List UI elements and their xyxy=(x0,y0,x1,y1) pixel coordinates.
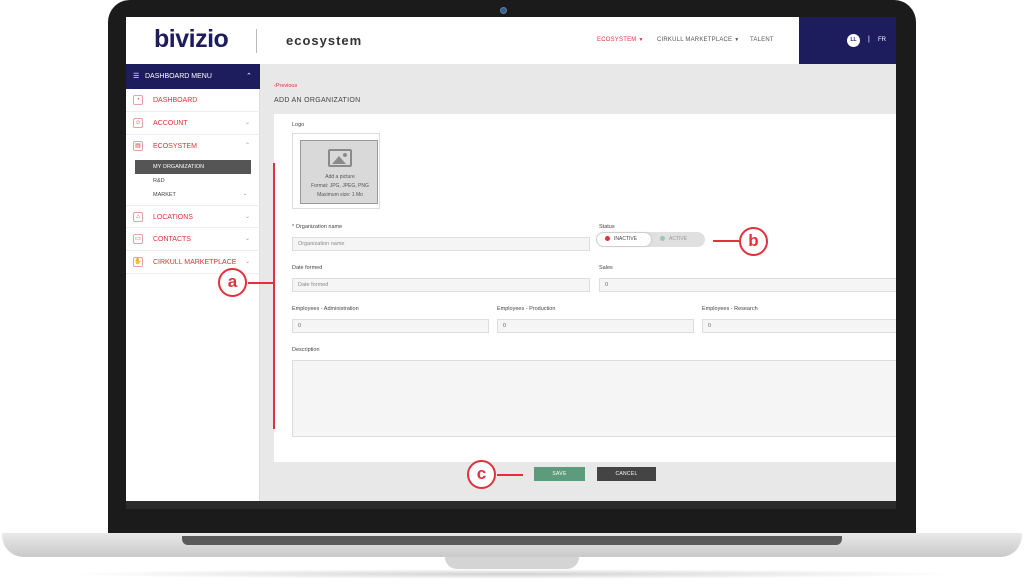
menu-title: DASHBOARD MENU xyxy=(145,73,212,80)
nav-ecosystem-label: ECOSYSTEM xyxy=(597,37,637,43)
lang-separator: | xyxy=(868,36,870,43)
organization-form: Logo Add a picture Format: JPG, JPEG, PN… xyxy=(274,114,896,462)
emp-prod-label: Employees - Production xyxy=(497,306,556,312)
active-label: ACTIVE xyxy=(669,236,688,242)
save-button[interactable]: SAVE xyxy=(534,467,585,481)
sales-input[interactable]: 0 xyxy=(599,278,896,292)
date-formed-input[interactable]: Date formed xyxy=(292,278,590,292)
laptop-mockup: bivizio ecosystem ECOSYSTEM ▼ CIRKULL MAR… xyxy=(0,0,1024,587)
annotation-b: b xyxy=(739,227,768,256)
chevron-down-icon: ⌄ xyxy=(245,259,251,265)
sidebar-subitem-rd[interactable]: R&D xyxy=(135,174,251,188)
screen-bottom-bar xyxy=(126,501,896,509)
annotation-b-connector xyxy=(713,240,739,242)
chevron-down-icon: ⌄ xyxy=(243,191,248,197)
date-formed-label: Date formed xyxy=(292,265,323,271)
cancel-button[interactable]: CANCEL xyxy=(597,467,656,481)
sidebar-item-contacts[interactable]: ▭ CONTACTS ⌄ xyxy=(126,228,260,251)
sidebar-item-label: ECOSYSTEM xyxy=(153,143,197,150)
previous-link[interactable]: ‹Previous xyxy=(274,83,297,89)
logo-label: Logo xyxy=(292,122,305,128)
annotation-c: c xyxy=(467,460,496,489)
status-option-active[interactable]: ACTIVE xyxy=(652,233,704,246)
sidebar-item-account[interactable]: ☺ ACCOUNT ⌄ xyxy=(126,112,260,135)
chevron-down-icon: ⌄ xyxy=(245,120,251,126)
status-toggle[interactable]: INACTIVE ACTIVE xyxy=(596,232,705,247)
nav-ecosystem[interactable]: ECOSYSTEM ▼ xyxy=(597,37,644,43)
active-dot-icon xyxy=(660,235,665,241)
sidebar-item-locations[interactable]: ⌂ LOCATIONS ⌄ xyxy=(126,205,260,228)
caret-down-icon: ▼ xyxy=(638,37,644,43)
add-picture-text: Add a picture xyxy=(325,174,355,180)
user-band: LL | FR xyxy=(799,17,896,64)
dashboard-menu-header[interactable]: ☰ DASHBOARD MENU ⌃ xyxy=(126,64,260,89)
webcam xyxy=(500,7,507,14)
locations-icon: ⌂ xyxy=(133,212,143,222)
chevron-down-icon: ⌄ xyxy=(245,214,251,220)
sidebar-item-label: ACCOUNT xyxy=(153,120,188,127)
logo-dropzone[interactable]: Add a picture Format: JPG, JPEG, PNG Max… xyxy=(300,140,378,204)
sidebar-item-label: CONTACTS xyxy=(153,236,191,243)
contacts-icon: ▭ xyxy=(133,234,143,244)
subitem-label: R&D xyxy=(153,178,165,184)
size-text: Maximum size: 1 Mo xyxy=(317,192,363,198)
sidebar-subitem-market[interactable]: MARKET ⌄ xyxy=(135,188,251,202)
user-avatar[interactable]: LL xyxy=(847,34,860,47)
laptop-shadow xyxy=(60,569,964,579)
account-icon: ☺ xyxy=(133,118,143,128)
annotation-a-connector xyxy=(248,282,274,284)
laptop-notch xyxy=(445,557,579,569)
chevron-up-icon: ⌃ xyxy=(245,143,251,149)
logo-divider xyxy=(256,29,257,53)
org-name-label: * Organization name xyxy=(292,224,343,230)
previous-link-label: Previous xyxy=(275,83,298,89)
chevron-down-icon: ⌄ xyxy=(245,236,251,242)
ecosystem-icon: ▤ xyxy=(133,141,143,151)
sales-label: Sales xyxy=(599,265,613,271)
chevron-up-icon: ⌃ xyxy=(246,73,252,80)
description-label: Description xyxy=(292,347,320,353)
handshake-icon: ✋ xyxy=(133,257,143,267)
inactive-dot-icon xyxy=(605,235,610,241)
caret-down-icon: ▼ xyxy=(734,37,740,43)
annotation-a: a xyxy=(218,268,247,297)
picture-icon xyxy=(328,149,352,167)
laptop-hinge xyxy=(182,536,842,545)
emp-admin-input[interactable]: 0 xyxy=(292,319,489,333)
nav-talent[interactable]: TALENT xyxy=(750,37,774,43)
logo-upload[interactable]: Add a picture Format: JPG, JPEG, PNG Max… xyxy=(292,133,380,209)
top-bar: bivizio ecosystem ECOSYSTEM ▼ CIRKULL MAR… xyxy=(126,17,896,64)
status-label: Status xyxy=(599,224,615,230)
emp-research-input[interactable]: 0 xyxy=(702,319,896,333)
description-textarea[interactable] xyxy=(292,360,896,437)
nav-cirkull-marketplace[interactable]: CIRKULL MARKETPLACE ▼ xyxy=(657,37,739,43)
format-text: Format: JPG, JPEG, PNG xyxy=(311,183,369,189)
logo-text: bivizio xyxy=(154,25,229,53)
page-title: ADD AN ORGANIZATION xyxy=(274,97,361,104)
subitem-label: MY ORGANIZATION xyxy=(153,164,205,170)
emp-admin-label: Employees - Administration xyxy=(292,306,359,312)
sidebar-item-dashboard[interactable]: ◔ DASHBOARD xyxy=(126,89,260,112)
org-name-input[interactable]: Organization name xyxy=(292,237,590,251)
sidebar-item-ecosystem[interactable]: ▤ ECOSYSTEM ⌃ xyxy=(126,135,260,158)
annotation-a-bracket xyxy=(273,163,275,429)
inactive-label: INACTIVE xyxy=(614,236,638,242)
emp-research-label: Employees - Research xyxy=(702,306,758,312)
sidebar-subitem-my-organization[interactable]: MY ORGANIZATION xyxy=(135,160,251,174)
nav-cirkull-label: CIRKULL MARKETPLACE xyxy=(657,37,733,43)
sidebar-item-label: DASHBOARD xyxy=(153,97,198,104)
subitem-label: MARKET xyxy=(153,192,176,198)
sidebar-item-label: LOCATIONS xyxy=(153,214,193,221)
emp-prod-input[interactable]: 0 xyxy=(497,319,694,333)
language-switch[interactable]: FR xyxy=(878,37,886,43)
annotation-c-connector xyxy=(497,474,523,476)
app-title: ecosystem xyxy=(286,33,363,48)
screen: bivizio ecosystem ECOSYSTEM ▼ CIRKULL MAR… xyxy=(126,17,896,509)
brand-logo[interactable]: bivizio xyxy=(154,25,229,54)
nav-talent-label: TALENT xyxy=(750,37,774,43)
dashboard-icon: ◔ xyxy=(133,95,143,105)
hamburger-icon: ☰ xyxy=(133,73,140,80)
status-option-inactive[interactable]: INACTIVE xyxy=(597,233,651,246)
sidebar-item-label: CIRKULL MARKETPLACE xyxy=(153,259,237,266)
